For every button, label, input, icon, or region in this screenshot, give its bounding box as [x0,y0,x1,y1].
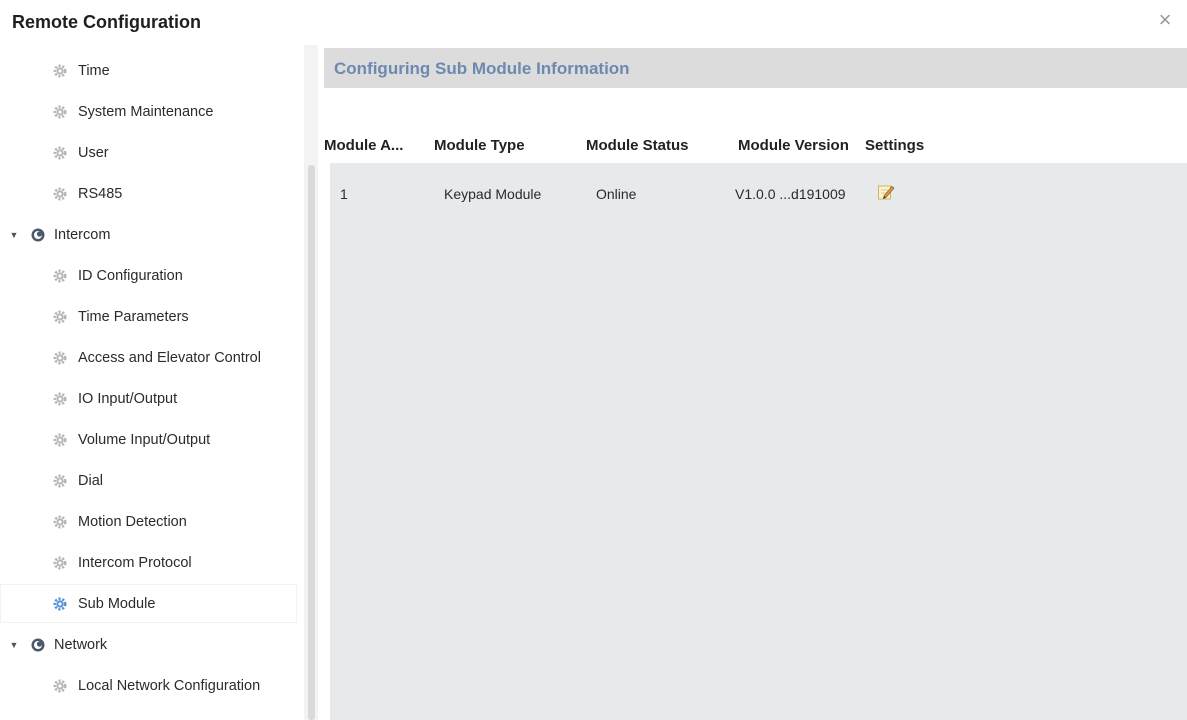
gear-icon [52,145,68,161]
gear-icon [52,678,68,694]
sidebar-item-dial[interactable]: Dial [0,461,297,500]
sidebar-item-access-and-elevator-control[interactable]: Access and Elevator Control [0,338,297,377]
gear-icon [52,473,68,489]
sidebar-item-sub-module[interactable]: Sub Module [0,584,297,623]
gear-icon [52,391,68,407]
sidebar-item-label: System Maintenance [78,103,214,120]
cell-module-address: 1 [340,186,348,202]
sidebar-item-rs485[interactable]: RS485 [0,174,297,213]
section-header: Configuring Sub Module Information [324,48,1187,88]
gear-icon [52,309,68,325]
section-title: Configuring Sub Module Information [334,59,630,78]
gear-icon [52,186,68,202]
sidebar-item-label: IO Input/Output [78,390,178,407]
gear-icon [52,63,68,79]
settings-group-icon [30,637,46,653]
sidebar-scrollbar-thumb[interactable] [308,165,315,720]
gear-icon [52,350,68,366]
sidebar-item-user[interactable]: User [0,133,297,172]
sidebar-item-label: Sub Module [78,595,156,612]
sidebar-item-label: Motion Detection [78,513,187,530]
sidebar-item-time-parameters[interactable]: Time Parameters [0,297,297,336]
sidebar-nav: Time System Maintenance User RS485 ▼ Intercom… [0,48,300,720]
main-panel: Configuring Sub Module Information Modul… [324,48,1187,720]
sidebar-item-label: Time [78,62,110,79]
chevron-down-icon[interactable]: ▼ [8,230,20,240]
sidebar-item-label: Local Network Configuration [78,677,261,694]
settings-group-icon [30,227,46,243]
column-header-settings[interactable]: Settings [865,137,924,154]
column-header-module-type[interactable]: Module Type [434,137,525,154]
title-bar: Remote Configuration × [0,0,1187,45]
gear-icon [52,268,68,284]
sidebar-item-system-maintenance[interactable]: System Maintenance [0,92,297,131]
cell-module-type: Keypad Module [444,186,542,202]
sidebar-item-io-input-output[interactable]: IO Input/Output [0,379,297,418]
module-table: 1 Keypad Module Online V1.0.0 ...d191009 [330,163,1187,720]
sidebar-item-id-configuration[interactable]: ID Configuration [0,256,297,295]
sidebar-item-time[interactable]: Time [0,51,297,90]
sidebar-item-label: Access and Elevator Control [78,349,261,366]
sidebar-group-intercom[interactable]: ▼ Intercom [0,215,297,254]
gear-icon [52,432,68,448]
sidebar-item-motion-detection[interactable]: Motion Detection [0,502,297,541]
gear-icon [52,596,68,612]
sidebar-item-local-network-configuration[interactable]: Local Network Configuration [0,666,297,705]
cell-module-status: Online [596,186,637,202]
column-header-module-address[interactable]: Module A... [324,137,403,154]
sidebar-item-label: Volume Input/Output [78,431,211,448]
sidebar-item-label: Network [54,636,108,653]
column-header-module-version[interactable]: Module Version [738,137,849,154]
gear-icon [52,514,68,530]
gear-icon [52,555,68,571]
close-icon[interactable]: × [1153,8,1177,32]
column-header-module-status[interactable]: Module Status [586,137,689,154]
sidebar-item-label: Intercom [54,226,111,243]
sidebar-item-label: User [78,144,109,161]
chevron-down-icon[interactable]: ▼ [8,640,20,650]
sidebar-item-intercom-protocol[interactable]: Intercom Protocol [0,543,297,582]
edit-icon[interactable] [877,183,895,201]
cell-module-version: V1.0.0 ...d191009 [735,186,846,202]
gear-icon [52,104,68,120]
sidebar-item-volume-input-output[interactable]: Volume Input/Output [0,420,297,459]
sidebar-item-label: Dial [78,472,103,489]
table-header: Module A... Module Type Module Status Mo… [324,123,1187,163]
sidebar-item-label: ID Configuration [78,267,183,284]
sidebar-item-label: Time Parameters [78,308,189,325]
sidebar-group-network[interactable]: ▼ Network [0,625,297,664]
window-title: Remote Configuration [12,12,201,32]
sidebar-item-label: Intercom Protocol [78,554,192,571]
sidebar-item-label: RS485 [78,185,123,202]
